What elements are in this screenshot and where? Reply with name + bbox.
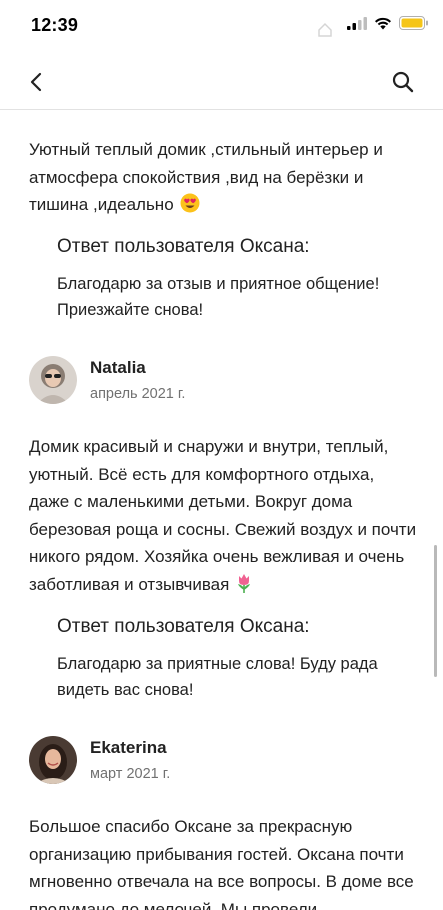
review-author[interactable]: Natalia апрель 2021 г. bbox=[29, 356, 409, 408]
author-name: Ekaterina bbox=[90, 738, 167, 757]
search-button[interactable] bbox=[389, 68, 417, 96]
avatar bbox=[29, 736, 77, 784]
chevron-left-icon bbox=[30, 72, 42, 92]
review-body: Большое спасибо Оксане за прекрасную орг… bbox=[29, 817, 414, 910]
review-text: Большое спасибо Оксане за прекрасную орг… bbox=[29, 813, 419, 910]
back-button[interactable] bbox=[22, 68, 50, 96]
cellular-signal-icon bbox=[347, 16, 367, 30]
status-bar: 12:39 bbox=[0, 0, 443, 54]
author-name: Natalia bbox=[90, 358, 146, 377]
tulip-emoji bbox=[238, 573, 251, 593]
search-icon bbox=[392, 71, 414, 93]
review-date: апрель 2021 г. bbox=[90, 386, 186, 402]
nav-bar bbox=[0, 54, 443, 110]
host-reply-title: Ответ пользователя Оксана: bbox=[57, 236, 310, 257]
battery-icon bbox=[399, 16, 428, 30]
home-icon bbox=[318, 22, 332, 37]
host-reply: Ответ пользователя Оксана: Благодарю за … bbox=[57, 615, 419, 703]
review-text: Уютный теплый домик ,стильный интерьер и… bbox=[29, 136, 419, 219]
review-body: Домик красивый и снаружи и внутри, теплы… bbox=[29, 437, 417, 594]
heart-eyes-emoji bbox=[180, 193, 200, 213]
host-reply-title: Ответ пользователя Оксана: bbox=[57, 616, 310, 637]
avatar bbox=[29, 356, 77, 404]
status-icons bbox=[347, 16, 429, 30]
host-reply-text: Благодарю за приятные слова! Буду рада в… bbox=[57, 655, 378, 699]
review-author[interactable]: Ekaterina март 2021 г. bbox=[29, 736, 409, 788]
host-reply-text: Благодарю за отзыв и приятное общение! П… bbox=[57, 275, 380, 319]
scrollbar[interactable] bbox=[434, 545, 437, 677]
review-body: Уютный теплый домик ,стильный интерьер и… bbox=[29, 140, 383, 214]
status-time: 12:39 bbox=[31, 15, 79, 35]
wifi-icon bbox=[375, 17, 391, 29]
review-date: март 2021 г. bbox=[90, 766, 171, 782]
host-reply: Ответ пользователя Оксана: Благодарю за … bbox=[57, 235, 419, 323]
review-text: Домик красивый и снаружи и внутри, теплы… bbox=[29, 433, 419, 598]
reviews-list[interactable]: Уютный теплый домик ,стильный интерьер и… bbox=[0, 111, 443, 910]
